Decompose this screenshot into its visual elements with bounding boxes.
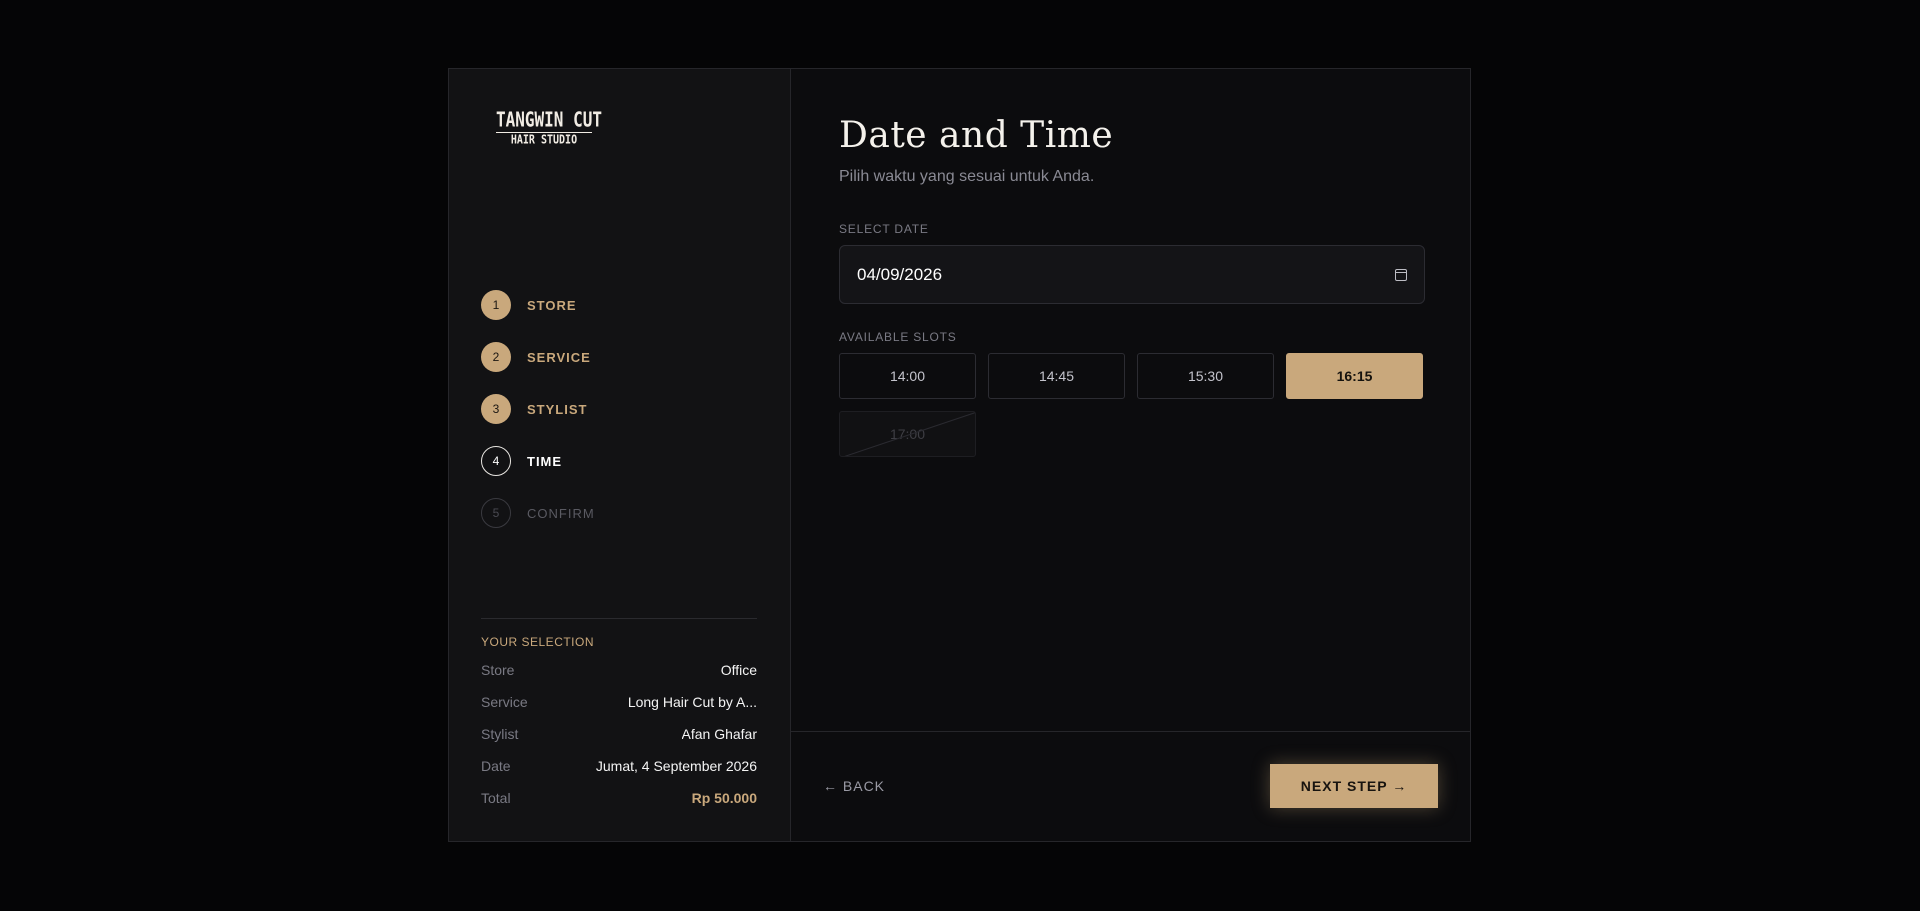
logo-divider	[496, 132, 592, 133]
summary-value: Office	[720, 662, 757, 678]
step-number: 1	[481, 290, 511, 320]
step-label: SERVICE	[527, 349, 591, 365]
step-label: STORE	[527, 297, 577, 313]
sidebar: TANGWIN CUT HAIR STUDIO 1 STORE 2 SERVIC…	[449, 69, 791, 841]
date-field[interactable]: 04/09/2026	[839, 245, 1425, 304]
step-number: 2	[481, 342, 511, 372]
summary-key: Stylist	[481, 726, 519, 742]
strike-through-icon	[844, 412, 975, 456]
step-time[interactable]: 4 TIME	[481, 445, 595, 477]
summary-total-value: Rp 50.000	[691, 790, 757, 806]
back-button[interactable]: ← BACK	[823, 778, 885, 794]
step-label: CONFIRM	[527, 505, 595, 521]
step-service[interactable]: 2 SERVICE	[481, 341, 595, 373]
step-confirm: 5 CONFIRM	[481, 497, 595, 529]
selection-summary: YOUR SELECTION Store Office Service Long…	[481, 618, 757, 822]
page-subtitle: Pilih waktu yang sesuai untuk Anda.	[839, 168, 1095, 185]
step-label: TIME	[527, 453, 563, 469]
date-value: 04/09/2026	[857, 264, 943, 284]
step-stylist[interactable]: 3 STYLIST	[481, 393, 595, 425]
next-step-button[interactable]: NEXT STEP →	[1270, 764, 1438, 808]
summary-row-date: Date Jumat, 4 September 2026	[481, 758, 757, 790]
booking-card: TANGWIN CUT HAIR STUDIO 1 STORE 2 SERVIC…	[448, 68, 1471, 842]
summary-key: Total	[481, 790, 511, 806]
slot-1400[interactable]: 14:00	[839, 353, 976, 399]
main-panel: Date and Time Pilih waktu yang sesuai un…	[791, 69, 1470, 841]
slot-1530[interactable]: 15:30	[1137, 353, 1274, 399]
step-number: 4	[481, 446, 511, 476]
page-title: Date and Time	[839, 115, 1114, 156]
calendar-icon[interactable]	[1395, 268, 1407, 281]
summary-row-store: Store Office	[481, 662, 757, 694]
step-label: STYLIST	[527, 401, 588, 417]
date-label: SELECT DATE	[839, 222, 929, 236]
slot-1615[interactable]: 16:15	[1286, 353, 1423, 399]
selection-title: YOUR SELECTION	[481, 635, 595, 649]
summary-value: Jumat, 4 September 2026	[595, 758, 757, 774]
step-number: 3	[481, 394, 511, 424]
footer-bar: ← BACK NEXT STEP →	[791, 731, 1470, 841]
summary-value: Afan Ghafar	[681, 726, 758, 742]
summary-value: Long Hair Cut by A...	[627, 694, 757, 710]
slot-1700: 17:00	[839, 411, 976, 457]
summary-key: Date	[481, 758, 511, 774]
summary-row-stylist: Stylist Afan Ghafar	[481, 726, 757, 758]
step-list: 1 STORE 2 SERVICE 3 STYLIST 4 TIME 5 CON…	[481, 289, 595, 549]
logo-subtitle: HAIR STUDIO	[510, 133, 578, 148]
step-number: 5	[481, 498, 511, 528]
summary-row-service: Service Long Hair Cut by A...	[481, 694, 757, 726]
logo-title: TANGWIN CUT	[496, 107, 602, 132]
summary-key: Service	[481, 694, 528, 710]
summary-key: Store	[481, 662, 515, 678]
slot-1445[interactable]: 14:45	[988, 353, 1125, 399]
summary-row-total: Total Rp 50.000	[481, 790, 757, 822]
step-store[interactable]: 1 STORE	[481, 289, 595, 321]
slots-label: AVAILABLE SLOTS	[839, 330, 957, 344]
brand-logo: TANGWIN CUT HAIR STUDIO	[496, 107, 602, 148]
